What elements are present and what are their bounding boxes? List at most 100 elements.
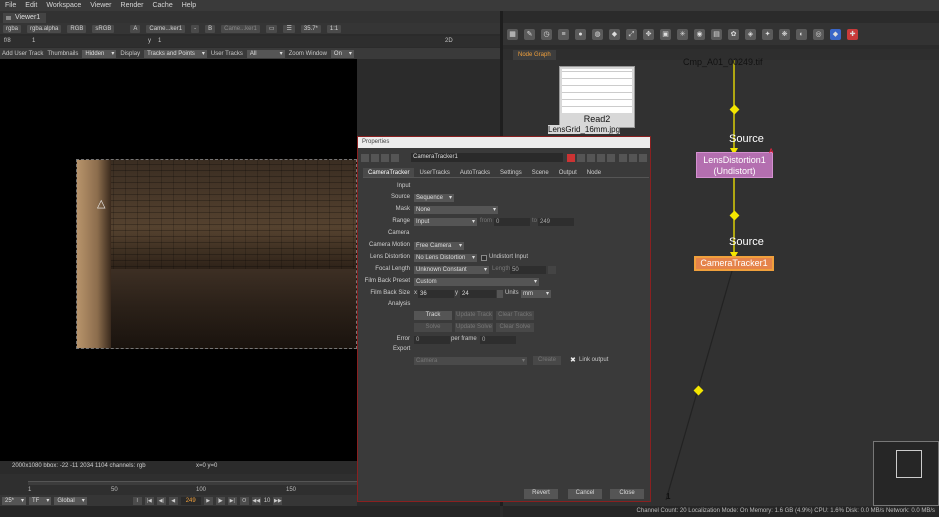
skip-back-icon[interactable]: ◀◀ bbox=[251, 496, 261, 505]
camera-motion-select[interactable]: Free Camera bbox=[414, 241, 464, 250]
scope-select[interactable]: Global bbox=[54, 496, 87, 505]
next-frame-icon[interactable]: |▶ bbox=[215, 496, 225, 505]
tab-node-graph[interactable]: Node Graph bbox=[513, 50, 556, 60]
deep-icon[interactable]: ◐ bbox=[796, 28, 807, 40]
source-select[interactable]: Sequence bbox=[414, 193, 454, 202]
overlay-icon[interactable]: ☰ bbox=[283, 24, 295, 33]
minimap-viewport[interactable] bbox=[896, 450, 922, 478]
to-input[interactable]: 249 bbox=[538, 217, 574, 226]
merge-icon[interactable]: ⤢ bbox=[626, 28, 637, 40]
redo-icon[interactable] bbox=[597, 154, 605, 162]
focal-length-select[interactable]: Unknown Constant bbox=[414, 265, 489, 274]
python-icon[interactable]: ◆ bbox=[830, 28, 841, 40]
lock-icon[interactable] bbox=[381, 154, 389, 162]
plugin-icon[interactable]: ◎ bbox=[813, 28, 824, 40]
input-b-select[interactable]: Came...ker1 bbox=[221, 24, 260, 33]
node-name-field[interactable]: CameraTracker1 bbox=[411, 153, 563, 162]
film-back-expand-icon[interactable] bbox=[497, 289, 503, 298]
from-input[interactable]: 0 bbox=[494, 217, 530, 226]
fstop-label[interactable]: f/8 bbox=[4, 38, 11, 44]
ratio-select[interactable]: 1:1 bbox=[326, 24, 342, 33]
metadata-icon[interactable]: ◉ bbox=[694, 28, 705, 40]
play-back-icon[interactable]: ◀ bbox=[168, 496, 178, 505]
tab-settings[interactable]: Settings bbox=[495, 168, 527, 177]
tab-node[interactable]: Node bbox=[582, 168, 606, 177]
clear-solve-button[interactable]: Clear Solve bbox=[496, 323, 534, 332]
close-button[interactable]: Close bbox=[610, 489, 644, 499]
compare-select[interactable]: - bbox=[191, 24, 200, 33]
node-graph-minimap[interactable] bbox=[873, 441, 939, 506]
views-icon[interactable]: ✳ bbox=[677, 28, 688, 40]
color-icon[interactable]: ● bbox=[575, 28, 586, 40]
range-select[interactable]: Input bbox=[414, 217, 477, 226]
menu-workspace[interactable]: Workspace bbox=[46, 2, 81, 9]
image-icon[interactable]: ▦ bbox=[507, 28, 518, 40]
skip-forward-icon[interactable]: ▶▶ bbox=[273, 496, 283, 505]
user-tracks-select[interactable]: All bbox=[246, 49, 285, 58]
ocula-icon[interactable]: ✦ bbox=[762, 28, 773, 40]
fps-select[interactable]: 25* bbox=[2, 496, 27, 505]
cameratracker1-node[interactable]: CameraTracker1 bbox=[694, 256, 774, 271]
revert-icon[interactable] bbox=[607, 154, 615, 162]
zoom-select[interactable]: 35.7* bbox=[300, 24, 321, 33]
in-point-icon[interactable]: I bbox=[132, 496, 142, 505]
per-frame-input[interactable]: 0 bbox=[480, 335, 516, 344]
channels-select[interactable]: rgba bbox=[3, 24, 22, 33]
cara-icon[interactable]: ✚ bbox=[847, 28, 858, 40]
undistort-input-checkbox[interactable] bbox=[481, 254, 487, 261]
timeline[interactable] bbox=[0, 474, 357, 497]
film-back-x-input[interactable]: 36 bbox=[418, 289, 454, 298]
tab-viewer1[interactable]: Viewer1 bbox=[3, 13, 47, 23]
length-slider[interactable] bbox=[548, 265, 556, 274]
menu-help[interactable]: Help bbox=[182, 2, 196, 9]
furnace-icon[interactable]: ◈ bbox=[745, 28, 756, 40]
3d-icon[interactable]: ▣ bbox=[660, 28, 671, 40]
solve-button[interactable]: Solve bbox=[414, 323, 452, 332]
colorspace-select[interactable]: RGB bbox=[67, 24, 87, 33]
create-button[interactable]: Create bbox=[533, 356, 561, 365]
viewer-image[interactable]: △ bbox=[76, 159, 357, 349]
units-select[interactable]: mm bbox=[521, 289, 551, 298]
filter-icon[interactable]: ◍ bbox=[592, 28, 603, 40]
mask-select[interactable]: None bbox=[414, 205, 498, 214]
error-input[interactable]: 0 bbox=[414, 335, 450, 344]
tab-autotracks[interactable]: AutoTracks bbox=[455, 168, 495, 177]
node-color-icon[interactable] bbox=[577, 154, 585, 162]
film-back-preset-select[interactable]: Custom bbox=[414, 277, 539, 286]
clear-tracks-button[interactable]: Clear Tracks bbox=[496, 311, 534, 320]
thumbnails-select[interactable]: Hidden bbox=[82, 49, 117, 58]
tf-select[interactable]: TF bbox=[29, 496, 52, 505]
undo-icon[interactable] bbox=[587, 154, 595, 162]
gain-value[interactable]: 1 bbox=[32, 38, 35, 44]
tab-output[interactable]: Output bbox=[554, 168, 582, 177]
tab-cameratracker[interactable]: CameraTracker bbox=[363, 168, 415, 177]
properties-title[interactable]: Properties bbox=[358, 137, 650, 148]
wipe-icon[interactable]: ▭ bbox=[265, 24, 278, 33]
length-input[interactable]: 50 bbox=[510, 265, 546, 274]
menu-viewer[interactable]: Viewer bbox=[90, 2, 111, 9]
cancel-button[interactable]: Cancel bbox=[568, 489, 602, 499]
close-panel-icon[interactable] bbox=[639, 154, 647, 162]
menu-file[interactable]: File bbox=[5, 2, 16, 9]
toolsets-icon[interactable]: ▤ bbox=[711, 28, 722, 40]
float-panel-icon[interactable] bbox=[629, 154, 637, 162]
lut-select[interactable]: sRGB bbox=[92, 24, 115, 33]
draw-icon[interactable]: ✎ bbox=[524, 28, 535, 40]
first-frame-icon[interactable]: |◀ bbox=[144, 496, 154, 505]
timeline-bar[interactable] bbox=[28, 481, 357, 485]
other-icon[interactable]: ✿ bbox=[728, 28, 739, 40]
film-back-y-input[interactable]: 24 bbox=[460, 289, 496, 298]
collapse-icon[interactable] bbox=[361, 154, 369, 162]
view-mode-select[interactable]: 2D bbox=[445, 38, 453, 44]
out-point-icon[interactable]: O bbox=[239, 496, 249, 505]
lensdistortion1-node[interactable]: LensDistortion1 (Undistort) bbox=[696, 152, 773, 178]
menu-edit[interactable]: Edit bbox=[25, 2, 37, 9]
help-icon[interactable] bbox=[619, 154, 627, 162]
alpha-select[interactable]: rgba.alpha bbox=[27, 24, 62, 33]
current-frame-input[interactable]: 249 bbox=[180, 496, 201, 505]
pin-icon[interactable] bbox=[391, 154, 399, 162]
play-icon[interactable]: ▶ bbox=[203, 496, 213, 505]
menu-render[interactable]: Render bbox=[121, 2, 144, 9]
particles-icon[interactable]: ❋ bbox=[779, 28, 790, 40]
export-select[interactable]: Camera bbox=[414, 356, 527, 365]
